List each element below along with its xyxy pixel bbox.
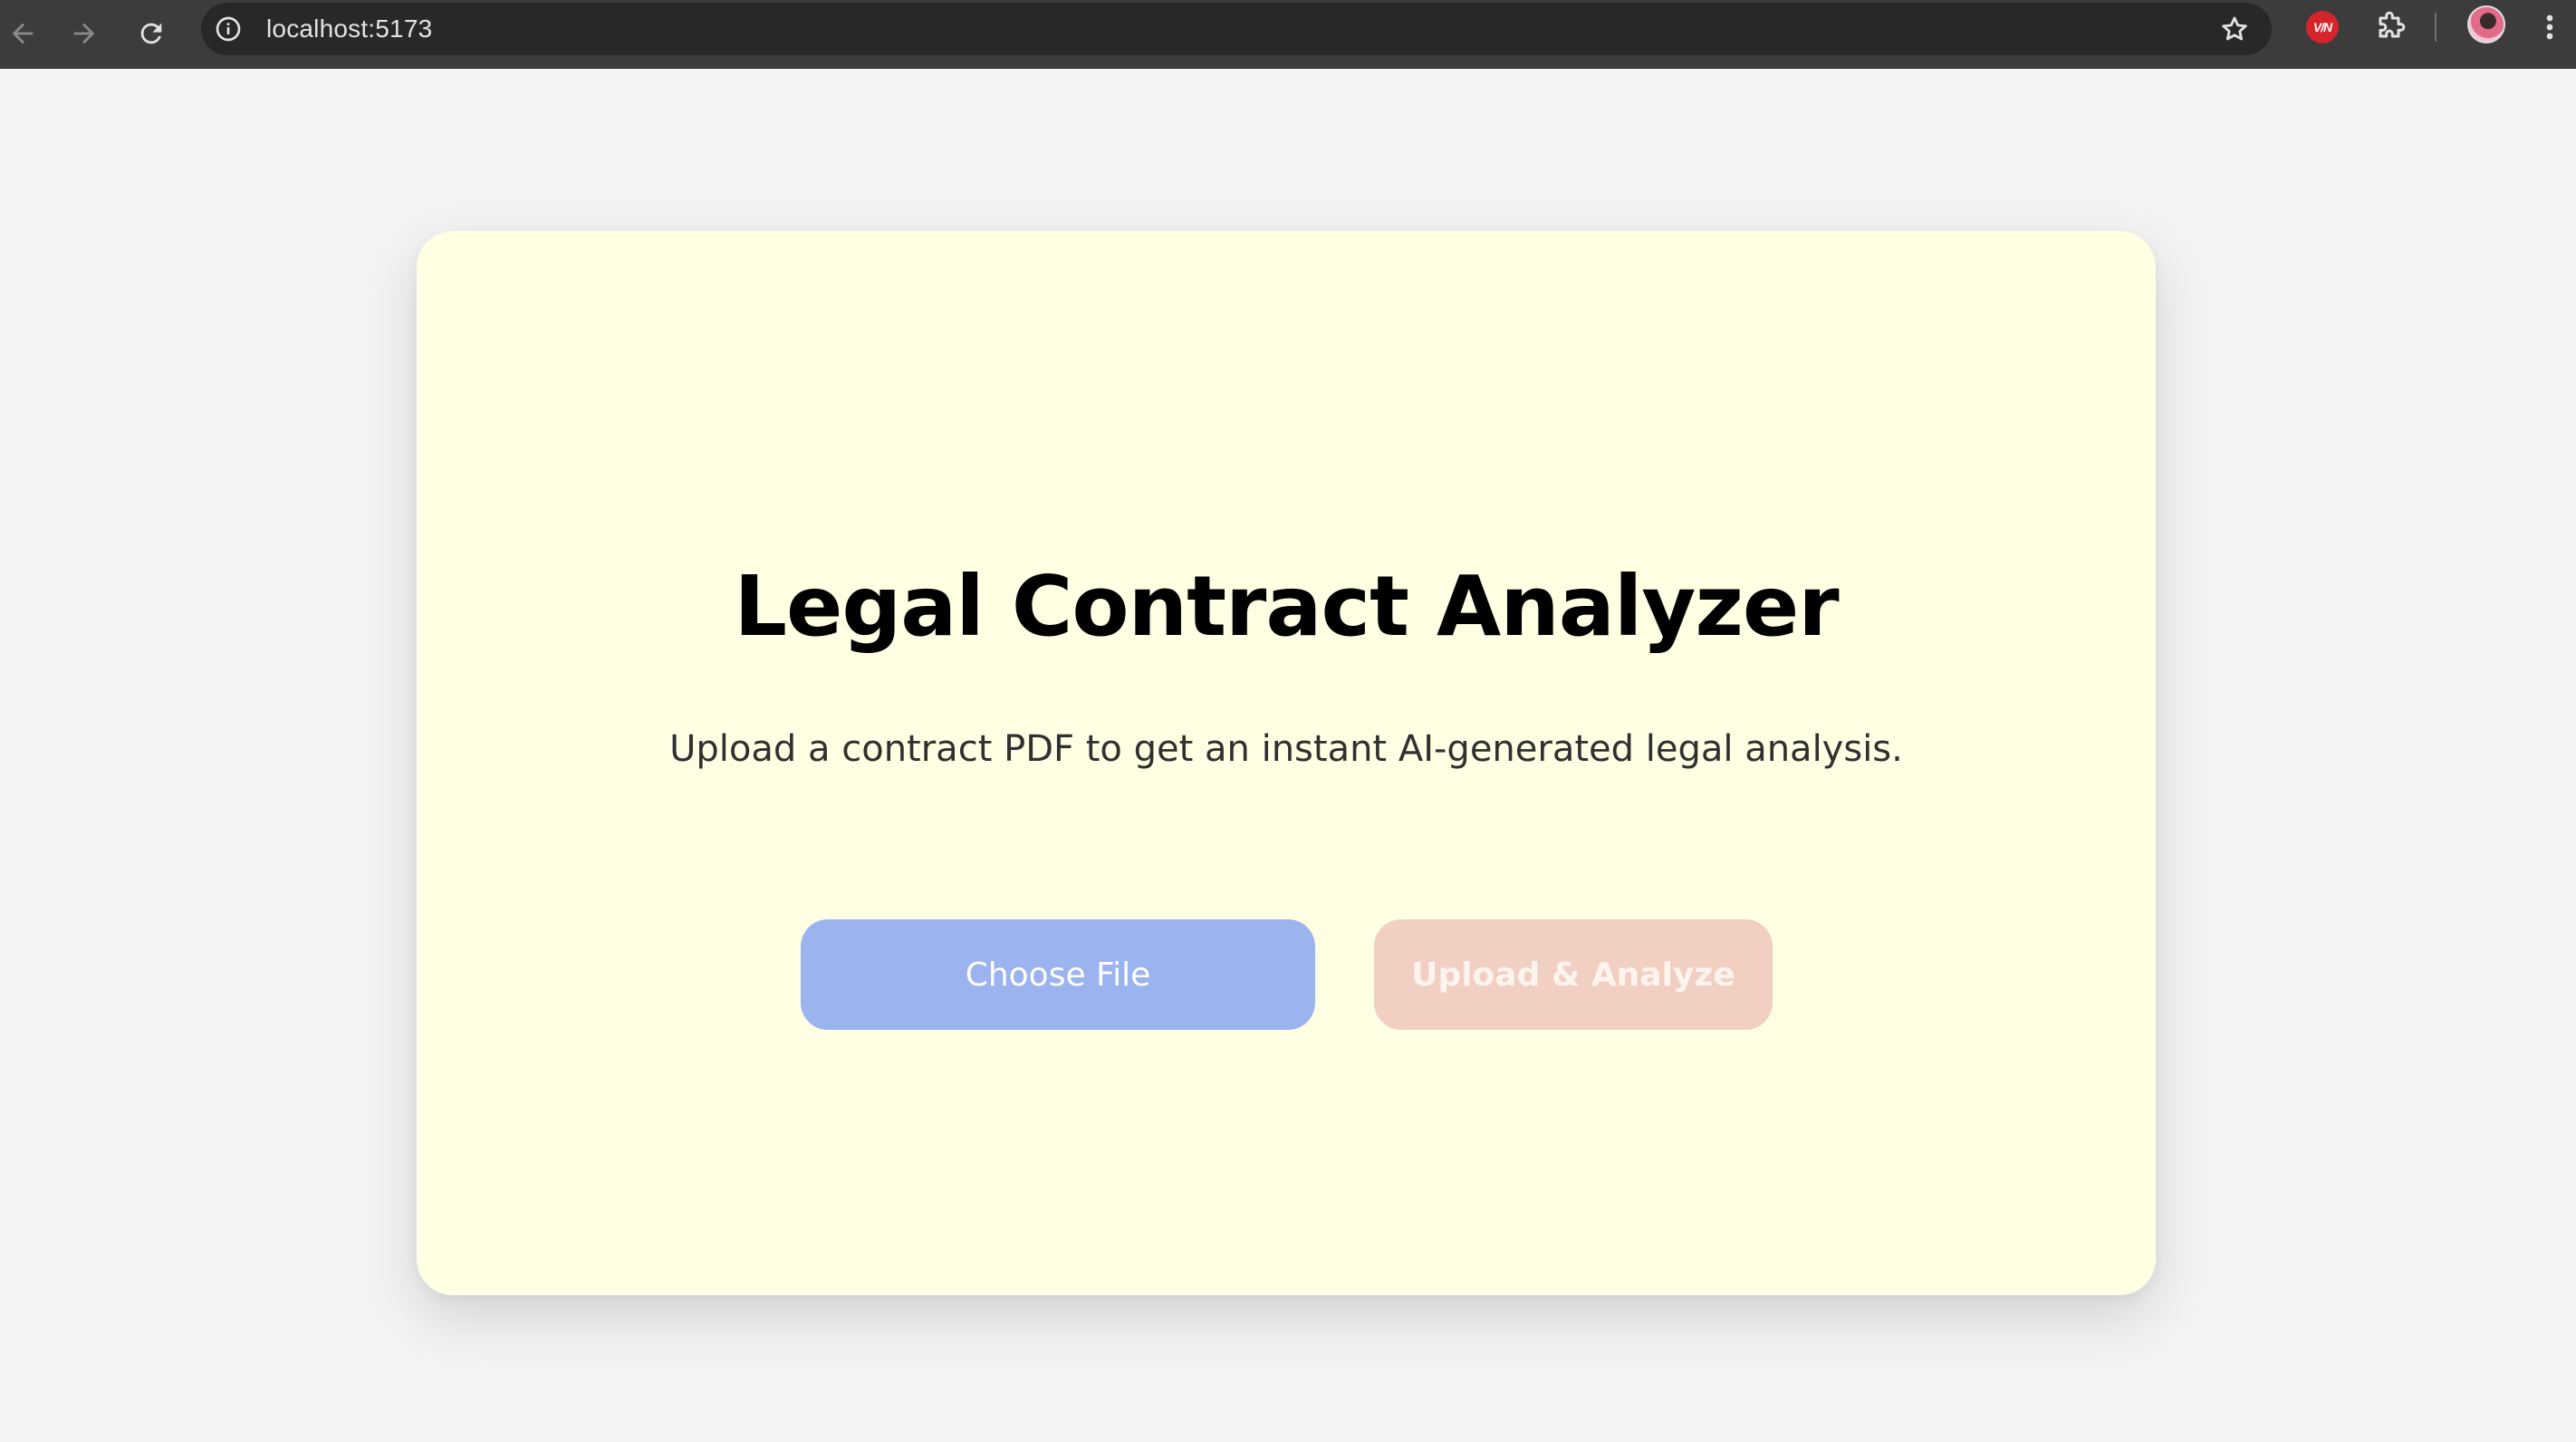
- choose-file-button[interactable]: Choose File: [801, 919, 1315, 1030]
- upload-analyze-button[interactable]: Upload & Analyze: [1374, 919, 1773, 1030]
- arrow-left-icon: [12, 23, 34, 44]
- star-icon[interactable]: [2219, 14, 2250, 44]
- browser-toolbar: localhost:5173 V/N: [0, 0, 2576, 69]
- url-text[interactable]: localhost:5173: [266, 3, 432, 55]
- profile-avatar[interactable]: [2467, 5, 2505, 43]
- analyzer-card: Legal Contract Analyzer Upload a contrac…: [417, 231, 2156, 1295]
- reload-icon: [140, 23, 162, 44]
- puzzle-icon[interactable]: [2371, 9, 2408, 45]
- forward-button[interactable]: [58, 7, 111, 60]
- vn-extension-icon[interactable]: V/N: [2306, 11, 2339, 43]
- info-icon[interactable]: [214, 14, 243, 43]
- arrow-right-icon: [73, 23, 95, 44]
- page-title: Legal Contract Analyzer: [734, 558, 1839, 655]
- toolbar-divider: [2435, 13, 2437, 42]
- reload-button[interactable]: [125, 7, 178, 60]
- back-button[interactable]: [0, 7, 49, 60]
- address-bar[interactable]: localhost:5173: [201, 3, 2272, 55]
- vn-extension-label: V/N: [2312, 20, 2332, 34]
- kebab-menu-icon[interactable]: [2536, 9, 2563, 45]
- page-subtitle: Upload a contract PDF to get an instant …: [669, 728, 1903, 770]
